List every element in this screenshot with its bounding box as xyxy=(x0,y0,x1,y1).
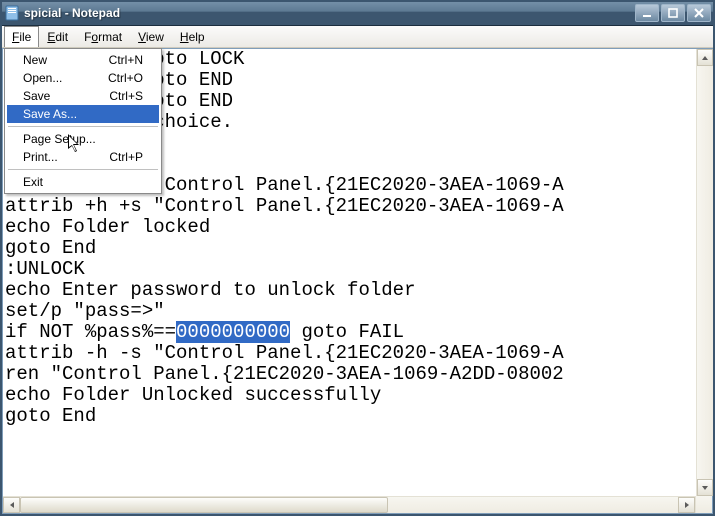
vertical-scrollbar[interactable] xyxy=(696,49,713,496)
menu-separator xyxy=(8,126,158,127)
editor-line[interactable]: ren "Control Panel.{21EC2020-3AEA-1069-A… xyxy=(5,364,712,385)
vscroll-track[interactable] xyxy=(697,66,713,479)
text-selection: 0000000000 xyxy=(176,321,290,343)
menu-item-label: New xyxy=(23,53,47,67)
menu-file-label: File xyxy=(12,30,31,44)
menu-item-shortcut: Ctrl+N xyxy=(109,53,143,67)
notepad-app-icon xyxy=(4,5,20,21)
editor-line[interactable]: echo Folder locked xyxy=(5,217,712,238)
menu-item-label: Open... xyxy=(23,71,62,85)
file-menu-item[interactable]: Save Ctrl+S xyxy=(7,87,159,105)
menubar: File Edit Format View Help NewCtrl+NOpen… xyxy=(0,26,715,48)
hscroll-track[interactable] xyxy=(20,497,678,513)
close-button[interactable] xyxy=(687,4,711,22)
menu-view-label: View xyxy=(138,30,164,44)
maximize-button[interactable] xyxy=(661,4,685,22)
window-title: spicial - Notepad xyxy=(24,6,633,20)
menu-item-shortcut: Ctrl+O xyxy=(108,71,143,85)
editor-line[interactable]: set/p "pass=>" xyxy=(5,301,712,322)
editor-line[interactable]: attrib -h -s "Control Panel.{21EC2020-3A… xyxy=(5,343,712,364)
menu-item-shortcut: Ctrl+P xyxy=(109,150,143,164)
file-menu-item[interactable]: Page Setup... xyxy=(7,130,159,148)
editor-line[interactable]: echo Enter password to unlock folder xyxy=(5,280,712,301)
menu-item-label: Print... xyxy=(23,150,58,164)
file-menu-item[interactable]: New Ctrl+N xyxy=(7,51,159,69)
editor-line[interactable]: echo Folder Unlocked successfully xyxy=(5,385,712,406)
editor-line[interactable]: attrib +h +s "Control Panel.{21EC2020-3A… xyxy=(5,196,712,217)
menu-edit[interactable]: Edit xyxy=(39,26,76,47)
scroll-left-button[interactable] xyxy=(3,497,20,513)
scroll-corner xyxy=(695,496,712,513)
horizontal-scrollbar[interactable] xyxy=(3,496,695,513)
file-menu-item[interactable]: Print... Ctrl+P xyxy=(7,148,159,166)
editor-line[interactable]: :UNLOCK xyxy=(5,259,712,280)
editor-line[interactable]: goto End xyxy=(5,406,712,427)
menu-item-label: Save As... xyxy=(23,107,77,121)
file-menu-dropdown: New Ctrl+N Open... Ctrl+O Save Ctrl+S Save As.… xyxy=(4,48,162,194)
menu-format[interactable]: Format xyxy=(76,26,130,47)
menu-format-label: Format xyxy=(84,30,122,44)
menu-separator xyxy=(8,169,158,170)
minimize-button[interactable] xyxy=(635,4,659,22)
menu-help-label: Help xyxy=(180,30,205,44)
menu-item-label: Exit xyxy=(23,175,43,189)
menu-item-label: Page Setup... xyxy=(23,132,96,146)
menu-item-shortcut: Ctrl+S xyxy=(109,89,143,103)
menu-view[interactable]: View xyxy=(130,26,172,47)
hscroll-thumb[interactable] xyxy=(20,497,388,513)
menu-file[interactable]: File xyxy=(4,26,39,47)
file-menu-item[interactable]: Open... Ctrl+O xyxy=(7,69,159,87)
menu-edit-label: Edit xyxy=(47,30,68,44)
file-menu-item[interactable]: Exit xyxy=(7,173,159,191)
scroll-up-button[interactable] xyxy=(697,49,713,66)
file-menu-item[interactable]: Save As... xyxy=(7,105,159,123)
scroll-right-button[interactable] xyxy=(678,497,695,513)
menu-help[interactable]: Help xyxy=(172,26,213,47)
menu-item-label: Save xyxy=(23,89,50,103)
editor-line[interactable]: if NOT %pass%==0000000000 goto FAIL xyxy=(5,322,712,343)
titlebar[interactable]: spicial - Notepad xyxy=(0,0,715,26)
scroll-down-button[interactable] xyxy=(697,479,713,496)
editor-line[interactable]: goto End xyxy=(5,238,712,259)
